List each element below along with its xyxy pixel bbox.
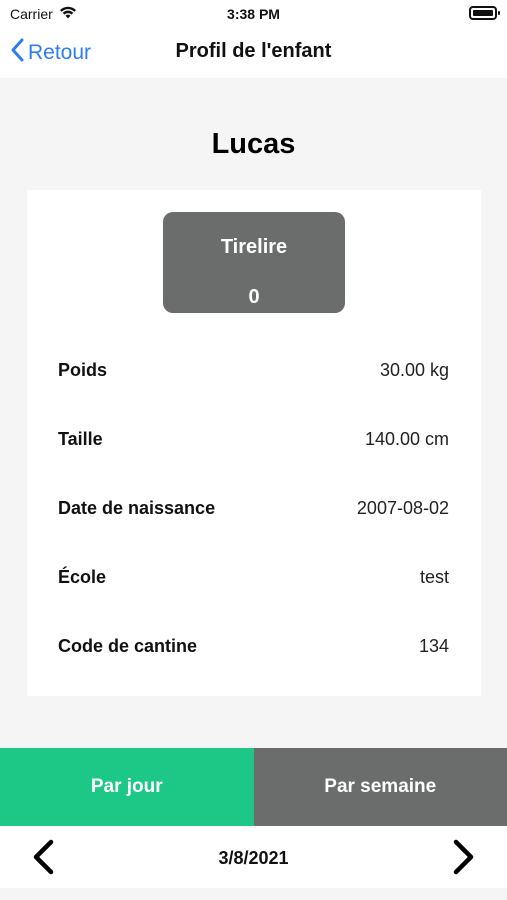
piggy-bank-box: Tirelire 0 bbox=[163, 212, 345, 313]
date-navigator: 3/8/2021 bbox=[0, 826, 507, 888]
detail-value: 140.00 cm bbox=[364, 429, 449, 449]
detail-label: Date de naissance bbox=[58, 498, 216, 518]
battery-icon bbox=[469, 6, 500, 20]
piggy-bank-value: 0 bbox=[248, 286, 260, 308]
navigation-bar: Retour Profil de l'enfant bbox=[0, 28, 507, 78]
detail-row-school: École test bbox=[58, 567, 449, 591]
piggy-bank-label: Tirelire bbox=[220, 236, 288, 258]
child-name: Lucas bbox=[211, 128, 296, 160]
detail-label: Poids bbox=[58, 360, 108, 380]
detail-row-canteen-code: Code de cantine 134 bbox=[58, 636, 449, 660]
current-date: 3/8/2021 bbox=[218, 848, 289, 868]
period-tabs: Par jour Par semaine bbox=[0, 748, 507, 826]
chevron-right-icon bbox=[451, 839, 477, 880]
status-time: 3:38 PM bbox=[227, 6, 280, 22]
status-bar: Carrier 3:38 PM bbox=[0, 0, 507, 28]
detail-label: Code de cantine bbox=[58, 636, 198, 656]
detail-row-birthdate: Date de naissance 2007-08-02 bbox=[58, 498, 449, 522]
detail-value: 2007-08-02 bbox=[356, 498, 449, 518]
detail-value: 30.00 kg bbox=[379, 360, 449, 380]
detail-label: École bbox=[58, 567, 107, 587]
detail-row-weight: Poids 30.00 kg bbox=[58, 360, 449, 384]
profile-card: Tirelire 0 Poids 30.00 kg Taille 140.00 … bbox=[27, 190, 481, 696]
page-title: Profil de l'enfant bbox=[175, 40, 332, 62]
detail-row-height: Taille 140.00 cm bbox=[58, 429, 449, 453]
tab-par-semaine[interactable]: Par semaine bbox=[253, 748, 507, 826]
next-date-button[interactable] bbox=[451, 838, 477, 881]
detail-value: test bbox=[419, 567, 449, 587]
detail-value: 134 bbox=[418, 636, 449, 656]
detail-label: Taille bbox=[58, 429, 103, 449]
tab-par-jour[interactable]: Par jour bbox=[0, 748, 254, 826]
